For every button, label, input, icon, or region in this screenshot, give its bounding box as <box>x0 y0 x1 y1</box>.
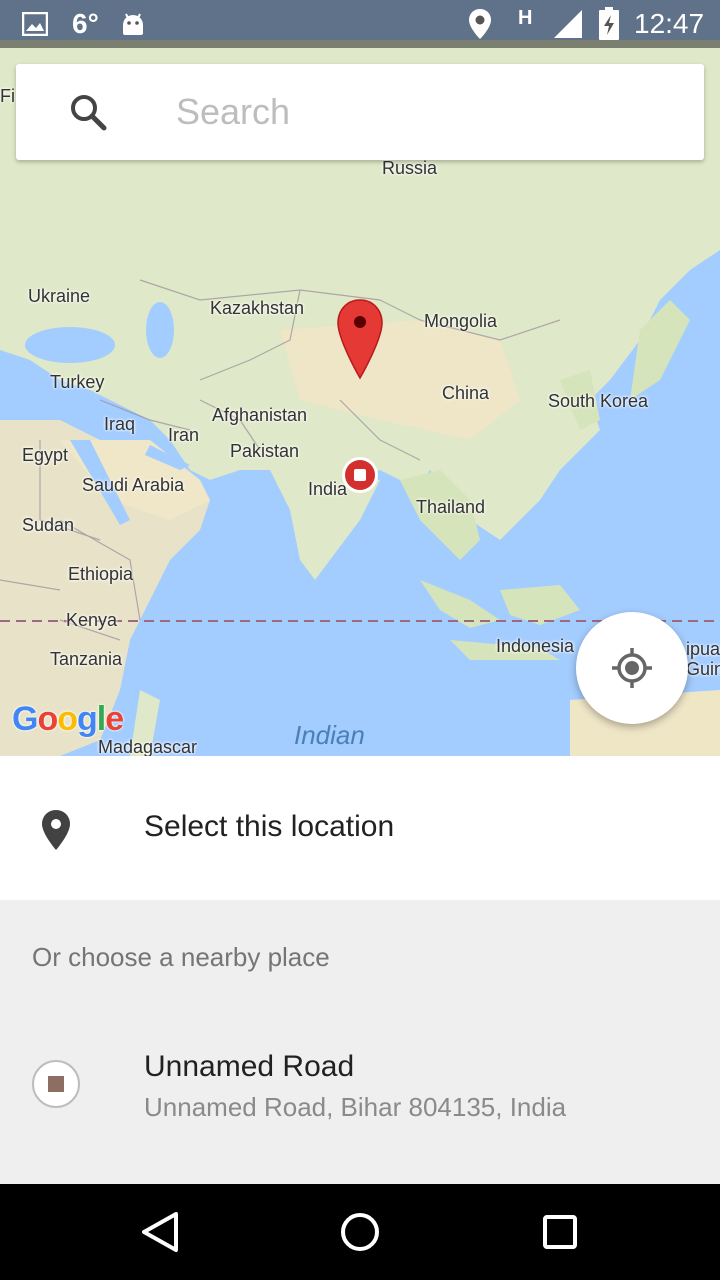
map-pin-icon[interactable] <box>336 298 384 380</box>
map-label-mongolia: Mongolia <box>424 311 498 331</box>
map-label-kenya: Kenya <box>66 610 118 630</box>
map-label-ukraine: Ukraine <box>28 286 91 306</box>
map-label-madagascar: Madagascar <box>98 737 198 756</box>
clock-text: 12:47 <box>634 8 705 39</box>
map-label-guinea-partial: Guin <box>686 659 720 679</box>
location-icon <box>468 0 492 48</box>
map-label-iraq: Iraq <box>104 414 136 434</box>
map-label-kazakhstan: Kazakhstan <box>210 298 305 318</box>
android-icon <box>120 0 146 48</box>
gallery-icon <box>22 0 48 48</box>
network-type-text: H <box>518 6 533 29</box>
navigation-bar <box>0 1184 720 1280</box>
status-bar: 6° H 12:47 <box>0 0 720 48</box>
my-location-button[interactable] <box>576 612 688 724</box>
map-label-thailand: Thailand <box>416 497 486 517</box>
map-label-indonesia: Indonesia <box>496 636 575 656</box>
map-label-saudi-arabia: Saudi Arabia <box>82 475 185 495</box>
back-icon[interactable] <box>136 1208 184 1256</box>
search-input[interactable] <box>176 88 676 136</box>
map-label-sudan: Sudan <box>22 515 75 535</box>
map-label-south-korea: South Korea <box>548 391 649 411</box>
current-location-marker-icon <box>342 457 378 493</box>
search-icon[interactable] <box>68 92 108 132</box>
crosshair-icon <box>612 648 652 688</box>
place-address: Unnamed Road, Bihar 804135, India <box>144 1092 567 1122</box>
map-label-papua-partial: ipua <box>686 639 720 659</box>
google-logo: Google <box>12 700 124 738</box>
map-label-ethiopia: Ethiopia <box>68 564 134 584</box>
map-label-turkey: Turkey <box>50 372 105 392</box>
search-bar[interactable] <box>16 64 704 160</box>
map-label-egypt: Egypt <box>22 445 69 465</box>
map-label-russia: Russia <box>382 158 438 178</box>
map-label-fi-partial: Fi <box>0 86 15 106</box>
recent-apps-icon[interactable] <box>536 1208 584 1256</box>
nearby-place-item[interactable]: Unnamed Road Unnamed Road, Bihar 804135,… <box>0 1030 720 1150</box>
place-name: Unnamed Road <box>144 1050 355 1083</box>
map-label-indian-ocean: Indian <box>294 720 365 750</box>
temperature-text: 6° <box>72 8 99 39</box>
map-label-pakistan: Pakistan <box>230 441 300 461</box>
map-label-afghanistan: Afghanistan <box>212 405 308 425</box>
map-label-china: China <box>442 383 490 403</box>
place-category-icon <box>32 1060 80 1108</box>
select-this-location-label: Select this location <box>144 810 395 843</box>
map-label-tanzania: Tanzania <box>50 649 123 669</box>
map-label-iran: Iran <box>168 425 200 445</box>
select-this-location-row[interactable]: Select this location <box>0 756 720 900</box>
nearby-places-header: Or choose a nearby place <box>32 942 330 972</box>
home-icon[interactable] <box>336 1208 384 1256</box>
signal-icon <box>552 0 584 48</box>
battery-charging-icon <box>598 0 620 48</box>
place-pin-icon <box>42 810 70 850</box>
nearby-places-section: Or choose a nearby place Unnamed Road Un… <box>0 900 720 1184</box>
